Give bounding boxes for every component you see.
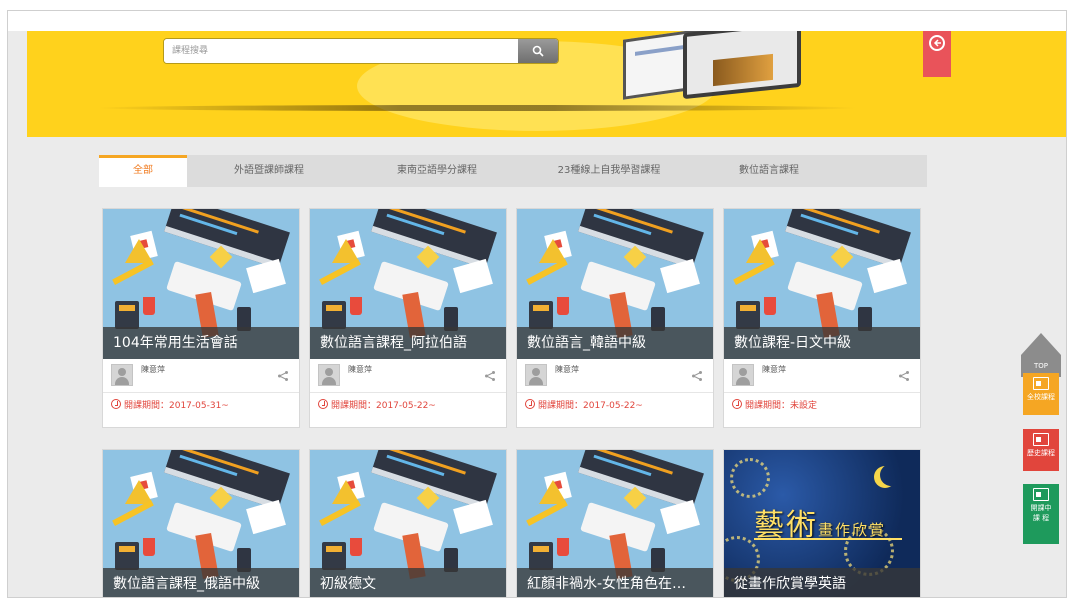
- course-title: 初級德文: [310, 568, 506, 597]
- course-card[interactable]: 數位語言課程_俄語中級: [102, 449, 300, 597]
- banner-swoosh: [97, 105, 857, 111]
- back-tab[interactable]: [923, 31, 951, 77]
- course-date: 開課期間：2017-05-22~: [538, 401, 643, 411]
- teacher-name: 陳意萍: [348, 365, 372, 374]
- avatar: [111, 364, 133, 386]
- category-tabs: 全部 外語暨課師課程 東南亞語學分課程 23種線上自我學習課程 數位語言課程: [99, 155, 927, 187]
- course-date: 開課期間：未設定: [745, 401, 818, 411]
- course-card[interactable]: 數位語言課程_阿拉伯語 陳意萍 開課期間：2017-05-22~: [309, 208, 507, 428]
- back-to-top-button[interactable]: TOP: [1021, 333, 1061, 377]
- course-title: 紅顏非禍水-女性角色在…: [517, 568, 713, 597]
- up-arrow-icon: [1021, 333, 1061, 355]
- teacher-name: 陳意萍: [141, 365, 165, 374]
- course-title: 數位課程-日文中級: [724, 327, 920, 359]
- ongoing-courses-label-line1: 開課中: [1030, 504, 1052, 512]
- course-thumbnail: 初級德文: [310, 450, 506, 597]
- tab-southeast-asian-credit[interactable]: 東南亞語學分課程: [351, 155, 523, 187]
- back-circle-arrow-icon: [929, 35, 945, 51]
- course-title: 數位語言課程_俄語中級: [103, 568, 299, 597]
- clock-icon: [732, 399, 742, 409]
- course-title: 數位語言_韓語中級: [517, 327, 713, 359]
- top-strip: [8, 11, 1066, 31]
- history-courses-button[interactable]: 歷史課程: [1023, 429, 1059, 471]
- avatar: [732, 364, 754, 386]
- course-thumbnail-art: 藝術畫作欣賞 從畫作欣賞學英語: [724, 450, 920, 597]
- clock-icon: [525, 399, 535, 409]
- avatar: [525, 364, 547, 386]
- history-icon: [1033, 433, 1049, 446]
- course-card[interactable]: 藝術畫作欣賞 從畫作欣賞學英語: [723, 449, 921, 597]
- teacher-name: 陳意萍: [555, 365, 579, 374]
- course-title: 數位語言課程_阿拉伯語: [310, 327, 506, 359]
- all-courses-label: 全校課程: [1027, 393, 1055, 401]
- browser-viewport: 全部 外語暨課師課程 東南亞語學分課程 23種線上自我學習課程 數位語言課程 1…: [7, 10, 1067, 598]
- moon-icon: [880, 464, 902, 486]
- search-bar: [163, 38, 559, 64]
- course-thumbnail: 104年常用生活會話: [103, 209, 299, 359]
- tab-23-online-self-learning[interactable]: 23種線上自我學習課程: [523, 155, 695, 187]
- clock-icon: [111, 399, 121, 409]
- history-courses-label: 歷史課程: [1027, 449, 1055, 457]
- search-icon: [532, 45, 544, 57]
- course-card[interactable]: 104年常用生活會話 陳意萍 開課期間：2017-05-31~: [102, 208, 300, 428]
- banner-device-illustration: [613, 31, 823, 100]
- avatar: [318, 364, 340, 386]
- share-icon[interactable]: [277, 370, 289, 382]
- course-thumbnail: 紅顏非禍水-女性角色在…: [517, 450, 713, 597]
- course-thumbnail: 數位語言課程_阿拉伯語: [310, 209, 506, 359]
- share-icon[interactable]: [484, 370, 496, 382]
- hero-banner: [27, 31, 1066, 137]
- course-title: 104年常用生活會話: [103, 327, 299, 359]
- course-thumbnail: 數位語言課程_俄語中級: [103, 450, 299, 597]
- course-title: 從畫作欣賞學英語: [724, 568, 920, 597]
- course-thumbnail: 數位語言_韓語中級: [517, 209, 713, 359]
- course-card[interactable]: 紅顏非禍水-女性角色在…: [516, 449, 714, 597]
- search-button[interactable]: [518, 39, 558, 63]
- course-date: 開課期間：2017-05-31~: [124, 401, 229, 411]
- tab-digital-language[interactable]: 數位語言課程: [695, 155, 843, 187]
- tab-foreign-language-teacher[interactable]: 外語暨課師課程: [187, 155, 351, 187]
- search-input[interactable]: [164, 39, 518, 63]
- ongoing-courses-button[interactable]: 開課中 課 程: [1023, 484, 1059, 544]
- course-card[interactable]: 數位課程-日文中級 陳意萍 開課期間：未設定: [723, 208, 921, 428]
- ongoing-courses-label-line2: 課 程: [1032, 514, 1050, 522]
- course-thumbnail: 數位課程-日文中級: [724, 209, 920, 359]
- ongoing-course-icon: [1033, 488, 1049, 501]
- clock-icon: [318, 399, 328, 409]
- share-icon[interactable]: [898, 370, 910, 382]
- share-icon[interactable]: [691, 370, 703, 382]
- teacher-name: 陳意萍: [762, 365, 786, 374]
- course-card[interactable]: 數位語言_韓語中級 陳意萍 開課期間：2017-05-22~: [516, 208, 714, 428]
- all-courses-button[interactable]: 全校課程: [1023, 373, 1059, 415]
- tab-all[interactable]: 全部: [99, 155, 187, 187]
- course-card[interactable]: 初級德文: [309, 449, 507, 597]
- course-search-icon: [1033, 377, 1049, 390]
- course-date: 開課期間：2017-05-22~: [331, 401, 436, 411]
